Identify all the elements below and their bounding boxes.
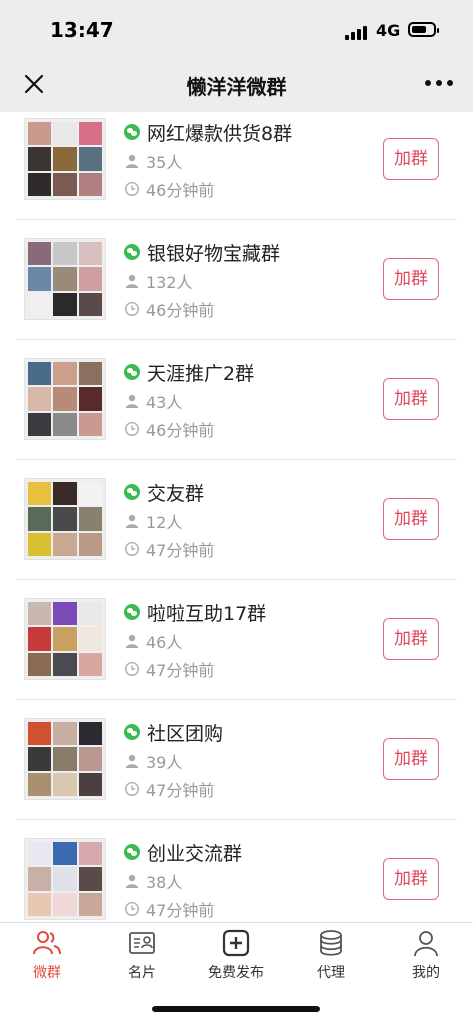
post-time: 47分钟前 (146, 541, 215, 560)
tab-label: 免费发布 (208, 965, 264, 981)
network-label: 4G (376, 21, 401, 40)
post-time: 47分钟前 (146, 781, 215, 800)
group-icon (33, 931, 61, 955)
wechat-icon (124, 724, 140, 740)
post-time: 46分钟前 (146, 181, 215, 200)
member-count: 43人 (146, 393, 183, 412)
join-group-button[interactable]: 加群 (383, 378, 439, 420)
clock-icon (124, 901, 140, 917)
tab-card[interactable]: 名片 (95, 929, 189, 991)
list-item[interactable]: 交友群 12人 47分钟前 加群 (0, 460, 473, 580)
person-icon (126, 274, 138, 288)
join-group-button[interactable]: 加群 (383, 858, 439, 900)
clock-icon (124, 781, 140, 797)
tab-label: 名片 (128, 965, 156, 981)
wechat-icon (124, 844, 140, 860)
status-time: 13:47 (50, 18, 114, 42)
wechat-icon (124, 604, 140, 620)
join-group-button[interactable]: 加群 (383, 618, 439, 660)
group-list[interactable]: 网红爆款供货8群 35人 46分钟前 加群 银银好物宝藏群 132人 46分钟前… (0, 100, 473, 922)
group-avatar (24, 838, 106, 920)
list-item[interactable]: 创业交流群 38人 47分钟前 加群 (0, 820, 473, 922)
join-group-button[interactable]: 加群 (383, 498, 439, 540)
home-indicator (152, 1006, 320, 1012)
group-name: 啦啦互助17群 (147, 602, 267, 625)
tab-agent[interactable]: 代理 (284, 929, 378, 991)
group-avatar (24, 118, 106, 200)
tab-mine[interactable]: 我的 (379, 929, 473, 991)
wechat-icon (124, 484, 140, 500)
list-item[interactable]: 天涯推广2群 43人 46分钟前 加群 (0, 340, 473, 460)
person-icon (414, 931, 438, 957)
plus-square-icon (222, 929, 250, 957)
group-name: 银银好物宝藏群 (147, 242, 281, 265)
group-avatar (24, 358, 106, 440)
member-count: 46人 (146, 633, 183, 652)
group-avatar (24, 598, 106, 680)
status-bar: 13:47 4G (0, 0, 473, 58)
group-avatar (24, 238, 106, 320)
wechat-icon (124, 124, 140, 140)
member-count: 12人 (146, 513, 183, 532)
group-name: 社区团购 (147, 722, 224, 745)
list-item[interactable]: 银银好物宝藏群 132人 46分钟前 加群 (0, 220, 473, 340)
person-icon (126, 154, 138, 168)
group-name: 创业交流群 (147, 842, 243, 865)
group-name: 交友群 (147, 482, 205, 505)
tab-groups[interactable]: 微群 (0, 929, 94, 991)
join-group-button[interactable]: 加群 (383, 138, 439, 180)
group-name: 网红爆款供货8群 (147, 122, 293, 145)
join-group-button[interactable]: 加群 (383, 738, 439, 780)
member-count: 39人 (146, 753, 183, 772)
person-icon (126, 514, 138, 528)
signal-icon (345, 24, 369, 40)
more-dots-icon[interactable] (425, 80, 453, 88)
clock-icon (124, 181, 140, 197)
tab-publish[interactable]: 免费发布 (189, 929, 283, 991)
tab-label: 微群 (33, 965, 61, 981)
post-time: 47分钟前 (146, 661, 215, 680)
clock-icon (124, 661, 140, 677)
card-icon (129, 932, 155, 954)
person-icon (126, 874, 138, 888)
list-item[interactable]: 网红爆款供货8群 35人 46分钟前 加群 (0, 100, 473, 220)
battery-icon (408, 22, 439, 37)
tab-label: 我的 (412, 965, 440, 981)
post-time: 47分钟前 (146, 901, 215, 920)
member-count: 38人 (146, 873, 183, 892)
list-item[interactable]: 社区团购 39人 47分钟前 加群 (0, 700, 473, 820)
group-name: 天涯推广2群 (147, 362, 255, 385)
clock-icon (124, 541, 140, 557)
person-icon (126, 754, 138, 768)
person-icon (126, 394, 138, 408)
clock-icon (124, 301, 140, 317)
list-item[interactable]: 啦啦互助17群 46人 47分钟前 加群 (0, 580, 473, 700)
clock-icon (124, 421, 140, 437)
join-group-button[interactable]: 加群 (383, 258, 439, 300)
database-icon (320, 930, 342, 956)
tab-label: 代理 (317, 965, 345, 981)
group-avatar (24, 478, 106, 560)
person-icon (126, 634, 138, 648)
wechat-icon (124, 364, 140, 380)
member-count: 132人 (146, 273, 193, 292)
post-time: 46分钟前 (146, 301, 215, 320)
group-avatar (24, 718, 106, 800)
page-title: 懒洋洋微群 (186, 75, 287, 99)
member-count: 35人 (146, 153, 183, 172)
wechat-icon (124, 244, 140, 260)
post-time: 46分钟前 (146, 421, 215, 440)
